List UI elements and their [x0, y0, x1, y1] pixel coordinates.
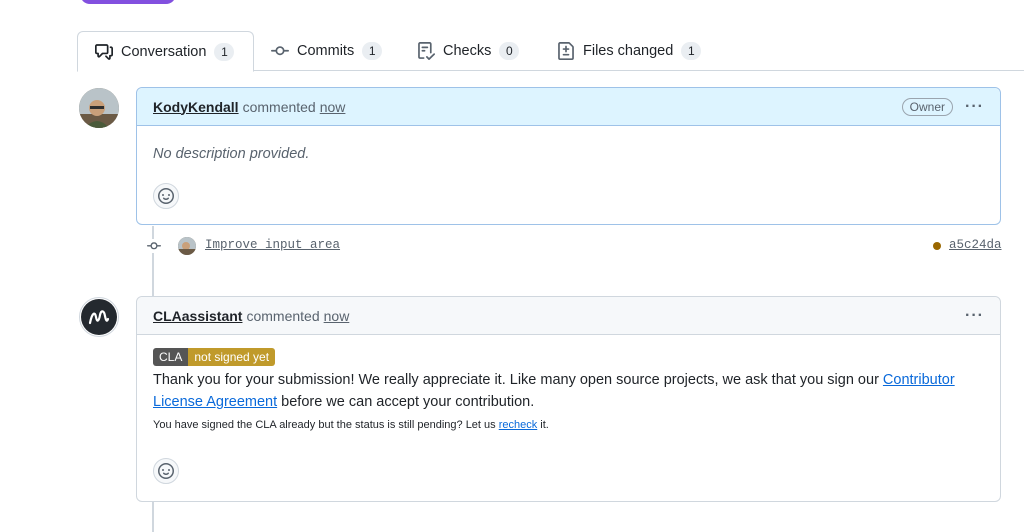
commit-sha-link[interactable]: a5c24da — [949, 238, 1002, 252]
comment-discussion-icon — [95, 43, 113, 61]
kebab-menu-icon[interactable]: ··· — [965, 98, 984, 116]
comment-action: commented — [246, 307, 320, 324]
comment-action: commented — [242, 98, 316, 115]
smiley-icon — [158, 463, 174, 479]
tab-files-changed-count: 1 — [681, 42, 702, 60]
tab-commits-count: 1 — [362, 42, 383, 60]
cla-status-badge[interactable]: CLA not signed yet — [153, 348, 276, 366]
note-text-part2: it. — [537, 419, 549, 431]
tab-conversation-label: Conversation — [121, 43, 207, 60]
comment-text-part1: Thank you for your submission! We really… — [153, 372, 883, 388]
commit-row: Improve input area a5c24da — [142, 236, 1002, 256]
comment-text: No description provided. — [153, 146, 310, 162]
kebab-menu-icon[interactable]: ··· — [965, 307, 984, 325]
comment-header: CLAassistant commented now ··· — [137, 297, 1000, 335]
comment-body: CLA not signed yet Thank you for your su… — [137, 335, 1000, 431]
tab-files-changed[interactable]: Files changed 1 — [557, 31, 702, 71]
tab-files-changed-label: Files changed — [583, 43, 674, 59]
tab-conversation[interactable]: Conversation 1 — [77, 31, 254, 72]
git-commit-icon — [271, 42, 289, 60]
commit-message-link[interactable]: Improve input area — [205, 238, 340, 252]
smiley-icon — [158, 188, 174, 204]
comment-timestamp[interactable]: now — [324, 308, 350, 324]
avatar[interactable] — [79, 88, 119, 128]
pr-tabs: Conversation 1 Commits 1 Checks 0 Files … — [77, 31, 1024, 72]
comment-box: CLAassistant commented now ··· CLA not s… — [136, 296, 1001, 502]
avatar[interactable] — [79, 297, 119, 337]
cla-recheck-note: You have signed the CLA already but the … — [153, 419, 984, 431]
tab-checks-label: Checks — [443, 43, 492, 59]
tab-conversation-count: 1 — [214, 42, 235, 61]
file-diff-icon — [557, 42, 575, 60]
tab-checks-count: 0 — [499, 42, 520, 60]
tab-commits[interactable]: Commits 1 — [271, 31, 383, 71]
commit-status-pending-icon[interactable] — [933, 242, 941, 250]
add-reaction-button[interactable] — [153, 458, 179, 484]
comment-body: No description provided. — [137, 126, 1000, 162]
git-commit-icon — [145, 239, 163, 253]
comment-author[interactable]: CLAassistant — [153, 308, 242, 324]
checklist-icon — [417, 42, 435, 60]
comment-box: KodyKendall commented now Owner ··· No d… — [136, 87, 1001, 225]
merge-button-edge[interactable] — [80, 0, 176, 4]
note-text-part1: You have signed the CLA already but the … — [153, 419, 499, 431]
comment-author[interactable]: KodyKendall — [153, 99, 239, 115]
tab-checks[interactable]: Checks 0 — [417, 31, 520, 71]
comment-timestamp[interactable]: now — [320, 99, 346, 115]
comment-text-part2: before we can accept your contribution. — [277, 394, 535, 410]
cla-logo-icon — [88, 310, 110, 325]
cla-badge-status: not signed yet — [188, 348, 276, 366]
add-reaction-button[interactable] — [153, 183, 179, 209]
commit-author-avatar[interactable] — [178, 237, 196, 255]
comment-header: KodyKendall commented now Owner ··· — [137, 88, 1000, 126]
cla-badge-label: CLA — [153, 348, 189, 366]
comment-text: Thank you for your submission! We really… — [153, 369, 984, 413]
tab-commits-label: Commits — [297, 43, 355, 59]
recheck-link[interactable]: recheck — [499, 419, 538, 431]
owner-badge: Owner — [901, 97, 954, 116]
